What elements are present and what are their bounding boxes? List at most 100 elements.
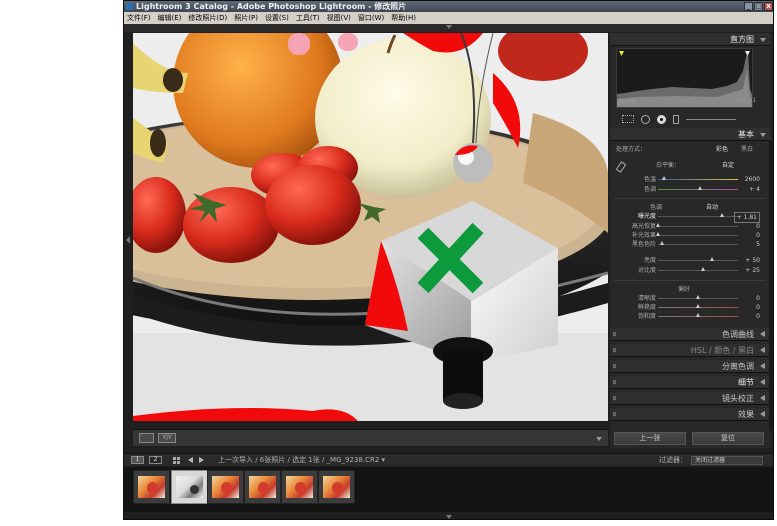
filmstrip-thumbnail[interactable] [244, 470, 281, 504]
filmstrip-thumbnail[interactable] [318, 470, 355, 504]
recovery-slider-row[interactable]: 高光恢复 0 [610, 222, 760, 231]
brightness-track[interactable] [658, 260, 738, 261]
filmstrip-thumbnail-selected[interactable] [171, 470, 208, 504]
temp-value[interactable]: 2600 [745, 175, 760, 184]
tint-value[interactable]: + 4 [749, 185, 760, 194]
filmstrip-thumbnail[interactable] [281, 470, 318, 504]
tint-slider-row[interactable]: 色调 + 4 [610, 185, 760, 194]
clarity-knob[interactable] [696, 295, 700, 299]
close-button[interactable]: x [764, 2, 773, 11]
panel-switch-icon[interactable] [613, 412, 616, 416]
page-1-button[interactable]: 1 [131, 456, 144, 464]
contrast-knob[interactable] [700, 267, 705, 271]
panel-switch-icon[interactable] [613, 364, 616, 368]
adjustment-brush-icon[interactable] [686, 118, 736, 120]
saturation-slider-row[interactable]: 饱和度 0 [610, 312, 760, 321]
loupe-view-button[interactable] [139, 433, 154, 443]
histogram[interactable] [616, 48, 753, 108]
menu-help[interactable]: 帮助(H) [391, 12, 416, 24]
left-panel-toggle-icon[interactable] [126, 236, 130, 244]
red-eye-icon[interactable] [657, 114, 666, 124]
blacks-knob[interactable] [660, 241, 664, 245]
top-panel-toggle[interactable] [124, 24, 773, 32]
split-toning-header[interactable]: 分离色调 [610, 360, 770, 373]
photo-preview[interactable] [133, 33, 608, 421]
maximize-button[interactable]: □ [754, 2, 763, 11]
exposure-slider-row[interactable]: 曝光度 + 1.81 [610, 212, 760, 223]
fill-light-slider-row[interactable]: 补光效果 0 [610, 231, 760, 240]
shadow-clipping-icon[interactable] [619, 51, 624, 56]
bottom-panel-toggle[interactable] [124, 512, 773, 519]
contrast-value[interactable]: + 25 [745, 266, 760, 275]
detail-header[interactable]: 细节 [610, 376, 770, 389]
blacks-value[interactable]: 5 [756, 240, 760, 249]
filmstrip-thumbnail[interactable] [207, 470, 244, 504]
vibrance-knob[interactable] [696, 304, 700, 308]
filmstrip-thumbnail[interactable] [133, 470, 170, 504]
treatment-bw-option[interactable]: 黑白 [741, 144, 753, 153]
brightness-slider-row[interactable]: 亮度 + 50 [610, 256, 760, 265]
contrast-track[interactable] [658, 270, 738, 271]
previous-button[interactable]: 上一张 [614, 432, 686, 445]
panel-switch-icon[interactable] [613, 332, 616, 336]
temp-knob[interactable] [662, 176, 667, 180]
temp-track[interactable] [658, 179, 738, 180]
menu-view[interactable]: 视图(V) [327, 12, 351, 24]
clarity-value[interactable]: 0 [756, 294, 760, 303]
grid-view-icon[interactable] [173, 457, 180, 464]
spot-removal-icon[interactable] [641, 114, 650, 124]
brightness-knob[interactable] [710, 257, 715, 261]
blacks-track[interactable] [658, 244, 738, 245]
saturation-knob[interactable] [696, 313, 700, 317]
filter-select[interactable]: 关闭过滤器 [691, 456, 763, 465]
reset-button[interactable]: 复位 [692, 432, 764, 445]
fill-light-track[interactable] [658, 235, 738, 236]
contrast-slider-row[interactable]: 对比度 + 25 [610, 266, 760, 275]
back-arrow-icon[interactable] [188, 457, 193, 463]
menu-window[interactable]: 窗口(W) [358, 12, 384, 24]
recovery-track[interactable] [658, 226, 738, 227]
forward-arrow-icon[interactable] [199, 457, 204, 463]
vibrance-value[interactable]: 0 [756, 303, 760, 312]
vibrance-slider-row[interactable]: 鲜艳度 0 [610, 303, 760, 312]
minimize-button[interactable]: _ [744, 2, 753, 11]
auto-tone-button[interactable]: 自动 [706, 202, 718, 211]
highlight-clipping-icon[interactable] [745, 51, 750, 56]
filmstrip-breadcrumb[interactable]: 上一次导入 / 6张照片 / 选定 1张 / _MG_9238.CR2 ▾ [218, 454, 385, 467]
blacks-slider-row[interactable]: 黑色色阶 5 [610, 240, 760, 249]
eyedropper-icon[interactable] [615, 161, 627, 173]
panel-switch-icon[interactable] [613, 380, 616, 384]
hsl-header[interactable]: HSL / 颜色 / 黑白 [610, 344, 770, 357]
compare-view-button[interactable]: Y|Y [158, 433, 176, 443]
right-panel-scrollbar[interactable] [769, 141, 772, 431]
menu-file[interactable]: 文件(F) [127, 12, 151, 24]
panel-switch-icon[interactable] [613, 396, 616, 400]
page-2-button[interactable]: 2 [149, 456, 162, 464]
effects-header[interactable]: 效果 [610, 408, 770, 421]
menu-edit[interactable]: 编辑(E) [158, 12, 182, 24]
histogram-header[interactable]: 直方图 [610, 33, 770, 46]
menu-tools[interactable]: 工具(T) [296, 12, 320, 24]
treatment-color-option[interactable]: 彩色 [716, 144, 728, 153]
menu-settings[interactable]: 设置(S) [265, 12, 289, 24]
lens-corrections-header[interactable]: 镜头校正 [610, 392, 770, 405]
menu-develop[interactable]: 修改照片(D) [188, 12, 227, 24]
brightness-value[interactable]: + 50 [745, 256, 760, 265]
toolbar-menu-icon[interactable] [596, 437, 602, 441]
recovery-knob[interactable] [656, 223, 660, 227]
recovery-value[interactable]: 0 [756, 222, 760, 231]
tone-curve-header[interactable]: 色调曲线 [610, 328, 770, 341]
panel-switch-icon[interactable] [613, 348, 616, 352]
wb-preset-select[interactable]: 自定 [722, 160, 734, 169]
crop-tool-icon[interactable] [622, 115, 634, 123]
saturation-value[interactable]: 0 [756, 312, 760, 321]
fill-light-knob[interactable] [656, 232, 660, 236]
graduated-filter-icon[interactable] [673, 114, 679, 124]
exposure-knob[interactable] [720, 213, 724, 217]
menu-photo[interactable]: 照片(P) [234, 12, 258, 24]
exposure-track[interactable] [658, 216, 738, 217]
fill-light-value[interactable]: 0 [756, 231, 760, 240]
temp-slider-row[interactable]: 色温 2600 [610, 175, 760, 184]
tint-knob[interactable] [697, 186, 702, 190]
clarity-slider-row[interactable]: 清晰度 0 [610, 294, 760, 303]
